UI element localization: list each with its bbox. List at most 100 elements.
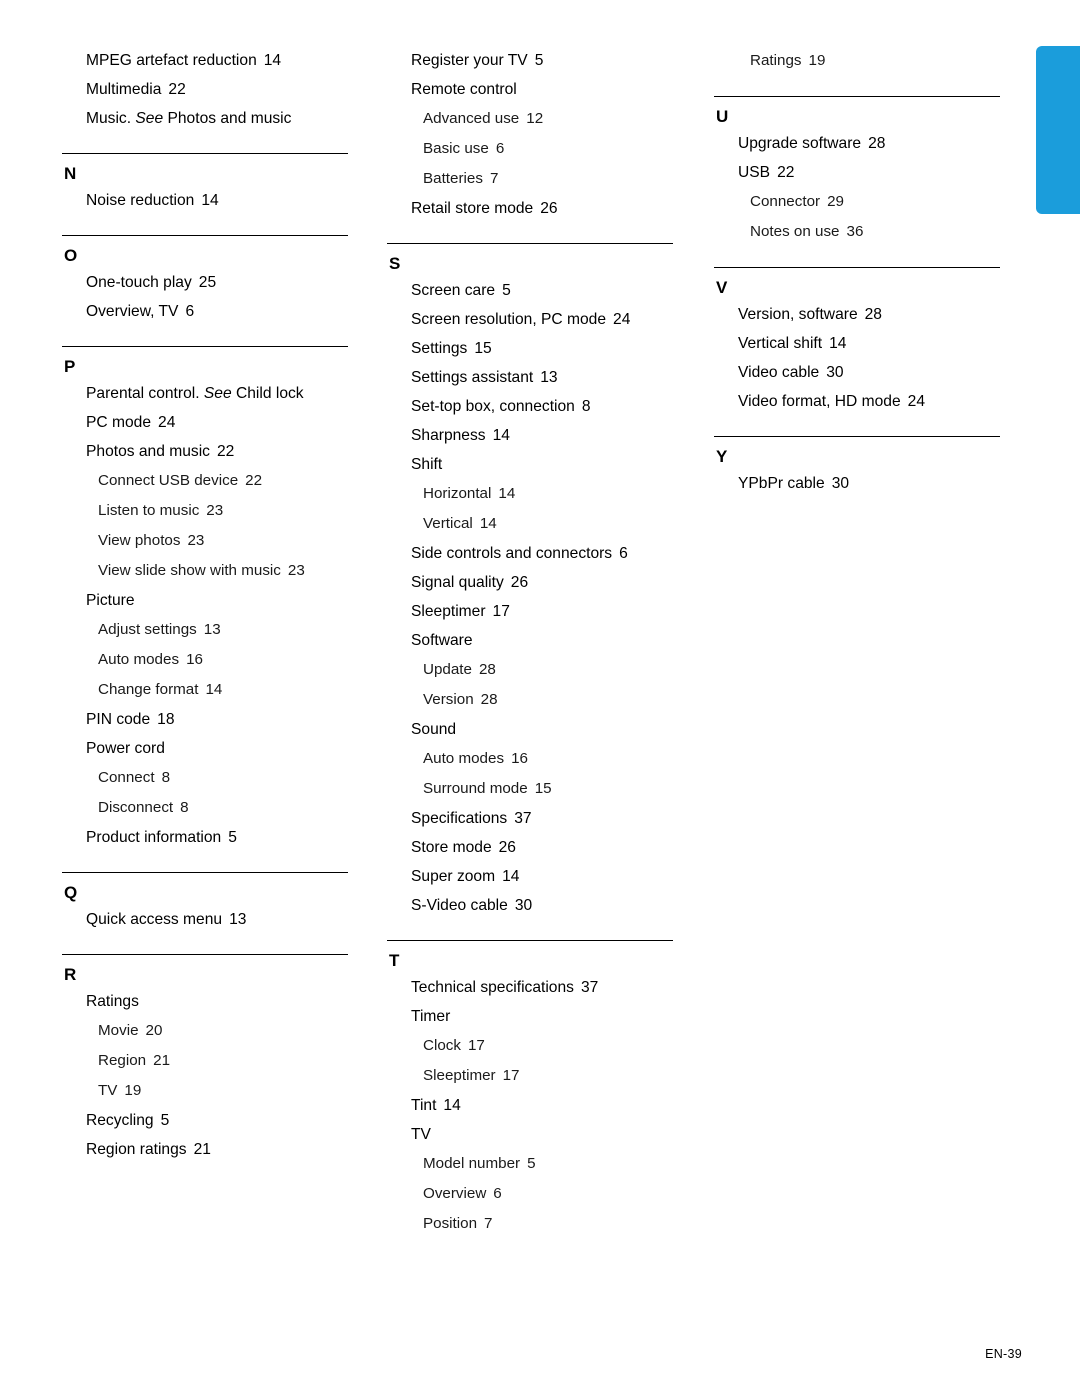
section-letter: U <box>716 107 729 126</box>
index-entry-page: 25 <box>198 274 217 291</box>
index-entry[interactable]: Parental control. See Child lock <box>62 379 348 408</box>
index-entry-label: Vertical <box>423 515 473 532</box>
index-entry[interactable]: Music. See Photos and music <box>62 104 348 133</box>
index-entry[interactable]: Adjust settings 13 <box>62 615 348 645</box>
index-entry[interactable]: Batteries 7 <box>387 164 673 194</box>
index-entry[interactable]: Photos and music 22 <box>62 437 348 466</box>
index-entry[interactable]: Recycling 5 <box>62 1106 348 1135</box>
index-entry-page: 5 <box>228 829 237 846</box>
index-entry[interactable]: Specifications 37 <box>387 804 673 833</box>
index-entry[interactable]: Video format, HD mode 24 <box>714 387 1000 416</box>
index-entry[interactable]: Movie 20 <box>62 1016 348 1046</box>
index-entry[interactable]: Register your TV 5 <box>387 46 673 75</box>
index-entry[interactable]: Signal quality 26 <box>387 568 673 597</box>
index-entry[interactable]: Ratings 19 <box>714 46 1000 76</box>
index-entry[interactable]: Connector 29 <box>714 187 1000 217</box>
index-entry[interactable]: Connect 8 <box>62 763 348 793</box>
index-entry[interactable]: Store mode 26 <box>387 833 673 862</box>
index-entry[interactable]: Update 28 <box>387 655 673 685</box>
index-entry[interactable]: Side controls and connectors 6 <box>387 539 673 568</box>
index-entry[interactable]: Version, software 28 <box>714 300 1000 329</box>
index-entry[interactable]: View photos 23 <box>62 526 348 556</box>
index-entry[interactable]: Sound <box>387 715 673 744</box>
index-entry[interactable]: Clock 17 <box>387 1031 673 1061</box>
index-entry[interactable]: Sleeptimer 17 <box>387 1061 673 1091</box>
index-entry[interactable]: Overview 6 <box>387 1179 673 1209</box>
index-entry[interactable]: Remote control <box>387 75 673 104</box>
index-section: N Noise reduction 14 <box>62 133 348 215</box>
index-entry[interactable]: Connect USB device 22 <box>62 466 348 496</box>
index-entry-page: 30 <box>831 475 850 492</box>
index-entry[interactable]: Picture <box>62 586 348 615</box>
index-entry[interactable]: Screen care 5 <box>387 276 673 305</box>
index-entry[interactable]: Vertical shift 14 <box>714 329 1000 358</box>
index-entry[interactable]: Disconnect 8 <box>62 793 348 823</box>
index-entry[interactable]: PC mode 24 <box>62 408 348 437</box>
index-entry[interactable]: View slide show with music 23 <box>62 556 348 586</box>
index-entry-label: Disconnect <box>98 799 174 816</box>
index-entry[interactable]: Upgrade software 28 <box>714 129 1000 158</box>
index-entry[interactable]: Shift <box>387 450 673 479</box>
index-entry[interactable]: Quick access menu 13 <box>62 905 348 934</box>
index-entry[interactable]: Set-top box, connection 8 <box>387 392 673 421</box>
index-entry[interactable]: YPbPr cable 30 <box>714 469 1000 498</box>
index-entry[interactable]: MPEG artefact reduction 14 <box>62 46 348 75</box>
index-entry[interactable]: Overview, TV 6 <box>62 297 348 326</box>
index-entry-page: 14 <box>502 868 520 885</box>
index-entry[interactable]: Horizontal 14 <box>387 479 673 509</box>
index-entry-page: 14 <box>263 52 282 69</box>
index-entry[interactable]: Auto modes 16 <box>387 744 673 774</box>
index-entry[interactable]: Position 7 <box>387 1209 673 1239</box>
index-entry-label: Overview, TV <box>86 303 179 320</box>
index-entry[interactable]: Video cable 30 <box>714 358 1000 387</box>
index-entry[interactable]: Noise reduction 14 <box>62 186 348 215</box>
index-entry[interactable]: Region 21 <box>62 1046 348 1076</box>
index-entry[interactable]: Ratings <box>62 987 348 1016</box>
index-entry[interactable]: Auto modes 16 <box>62 645 348 675</box>
index-entry[interactable]: Notes on use 36 <box>714 217 1000 247</box>
index-entry-see: See <box>131 110 164 127</box>
index-entry[interactable]: Screen resolution, PC mode 24 <box>387 305 673 334</box>
index-entry[interactable]: Basic use 6 <box>387 134 673 164</box>
index-entry-page: 14 <box>205 681 223 698</box>
index-entry[interactable]: Change format 14 <box>62 675 348 705</box>
index-entry[interactable]: Settings assistant 13 <box>387 363 673 392</box>
index-entry[interactable]: Software <box>387 626 673 655</box>
index-entry[interactable]: Vertical 14 <box>387 509 673 539</box>
index-entry-label: Ratings <box>86 993 139 1010</box>
index-entry[interactable]: Power cord <box>62 734 348 763</box>
index-entry-page: 12 <box>526 110 544 127</box>
index-entry[interactable]: Sharpness 14 <box>387 421 673 450</box>
index-entry[interactable]: Model number 5 <box>387 1149 673 1179</box>
index-entry[interactable]: USB 22 <box>714 158 1000 187</box>
index-entry-page: 23 <box>187 532 205 549</box>
index-entry[interactable]: One-touch play 25 <box>62 268 348 297</box>
index-entry[interactable]: Super zoom 14 <box>387 862 673 891</box>
index-entry[interactable]: TV <box>387 1120 673 1149</box>
index-entry[interactable]: Listen to music 23 <box>62 496 348 526</box>
index-entry[interactable]: Product information 5 <box>62 823 348 852</box>
index-entry-label: Notes on use <box>750 223 840 240</box>
index-section: R Ratings Movie 20 Region 21 TV 19 Recycling 5 Reg… <box>62 934 348 1164</box>
index-entry[interactable]: Technical specifications 37 <box>387 973 673 1002</box>
index-entry[interactable]: Tint 14 <box>387 1091 673 1120</box>
index-entry-label: Sharpness <box>411 427 486 444</box>
index-entry-page: 18 <box>157 711 175 728</box>
index-entry-label: Upgrade software <box>738 135 862 152</box>
index-entry[interactable]: S-Video cable 30 <box>387 891 673 920</box>
index-entry[interactable]: TV 19 <box>62 1076 348 1106</box>
index-entry[interactable]: Advanced use 12 <box>387 104 673 134</box>
index-entry-label: Register your TV <box>411 52 528 69</box>
index-entry[interactable]: Settings 15 <box>387 334 673 363</box>
index-entry[interactable]: Sleeptimer 17 <box>387 597 673 626</box>
index-entry[interactable]: Surround mode 15 <box>387 774 673 804</box>
index-entry[interactable]: Retail store mode 26 <box>387 194 673 223</box>
index-entry[interactable]: PIN code 18 <box>62 705 348 734</box>
index-entry[interactable]: Multimedia 22 <box>62 75 348 104</box>
index-entry[interactable]: Timer <box>387 1002 673 1031</box>
index-entry[interactable]: Version 28 <box>387 685 673 715</box>
index-entry-label: PC mode <box>86 414 152 431</box>
index-entry[interactable]: Region ratings 21 <box>62 1135 348 1164</box>
